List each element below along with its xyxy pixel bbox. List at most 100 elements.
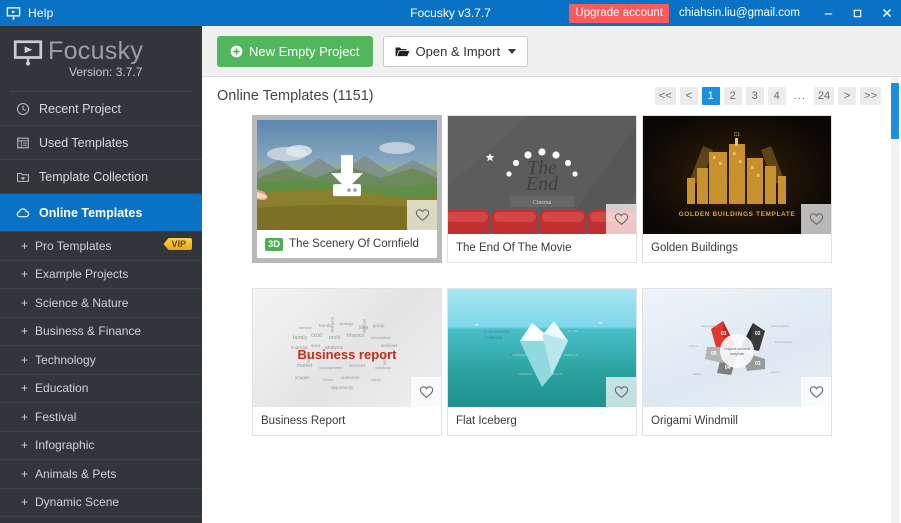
content-area: Online Templates (1151) << < 1 2 3 4 ...… [202,77,901,523]
category-label: Dynamic Scene [35,495,120,510]
template-title: The Scenery Of Cornfield [289,238,419,250]
svg-text:05: 05 [711,351,717,357]
sidebar-category-science-nature[interactable]: + Science & Nature [0,289,202,318]
page-prev-button[interactable]: < [679,87,698,105]
category-label: Education [35,381,89,396]
page-title: Online Templates (1151) [217,88,374,104]
expand-icon: + [21,438,29,453]
sidebar-category-education[interactable]: + Education [0,375,202,403]
template-card[interactable]: GOLDEN BUILDINGS TEMPLATE C1 Golden Buil… [642,115,832,263]
badge-3d: 3D [265,237,284,251]
heart-icon [415,209,429,222]
menu-help[interactable]: Help [28,6,53,20]
cloud-icon [16,205,39,221]
page-ellipsis: ... [793,90,806,102]
sidebar-item-online-templates[interactable]: Online Templates [0,194,202,232]
page-button-4[interactable]: 4 [767,87,786,105]
template-title: Business Report [261,415,346,427]
sidebar-category-festival[interactable]: + Festival [0,403,202,432]
new-empty-project-button[interactable]: New Empty Project [217,35,373,67]
close-button[interactable] [872,0,901,26]
template-thumbnail[interactable] [257,120,437,230]
account-email[interactable]: chiahsin.liu@gmail.com [679,7,800,19]
favorite-button[interactable] [411,377,441,407]
brand-text: Focusky Version: 3.7.7 [48,37,144,79]
scrollbar-thumb[interactable] [891,83,899,139]
template-card[interactable]: 3D The Scenery Of Cornfield [252,115,442,263]
template-card[interactable]: FLAT ICEBERG TEMPLATE 01 04 03 02 05 Fla… [447,288,637,436]
page-next-button[interactable]: > [838,87,857,105]
svg-text:Business report: Business report [298,347,398,362]
maximize-button[interactable] [843,0,872,26]
svg-text:service: service [299,325,312,330]
favorite-button[interactable] [606,377,636,407]
template-card[interactable]: The End Cinema The End Of The Movie [447,115,637,263]
svg-text:C1: C1 [734,132,741,138]
sidebar-category-dynamic-scene[interactable]: + Dynamic Scene [0,489,202,517]
template-title: The End Of The Movie [456,242,572,254]
main-panel: New Empty Project Open & Import Online T… [202,26,901,523]
svg-text:Lorem ipsum: Lorem ipsum [701,324,719,328]
sidebar-item-used-templates[interactable]: Used Templates [0,126,202,160]
category-label: Festival [35,409,77,424]
favorite-button[interactable] [606,204,636,234]
sidebar-category-pro-templates[interactable]: + Pro Templates VIP [0,232,202,261]
svg-text:management: management [319,365,343,370]
presentation-icon [13,38,43,73]
upgrade-account-button[interactable]: Upgrade account [569,3,670,23]
svg-text:profit: profit [329,335,341,341]
svg-text:Origami windmill: Origami windmill [724,347,751,351]
page-button-2[interactable]: 2 [723,87,742,105]
template-thumbnail[interactable]: Origami windmill template 01 02 03 04 05 Lo… [643,289,831,407]
template-title: Origami Windmill [651,415,738,427]
page-button-3[interactable]: 3 [745,87,764,105]
sidebar-category-infographic[interactable]: + Infographic [0,432,202,460]
svg-text:business: business [331,317,336,333]
category-label: Technology [35,352,96,367]
template-thumbnail[interactable]: The End Cinema [448,116,636,234]
sidebar-category-business-finance[interactable]: + Business & Finance [0,318,202,346]
page-first-button[interactable]: << [654,87,676,105]
favorite-button[interactable] [407,200,437,230]
page-button-24[interactable]: 24 [813,87,835,105]
brand-name: Focusky [48,37,144,65]
template-card[interactable]: Origami windmill template 01 02 03 04 05 Lo… [642,288,832,436]
template-thumbnail[interactable]: FLAT ICEBERG TEMPLATE 01 04 03 02 05 [448,289,636,407]
scrollbar-track[interactable] [891,77,899,523]
svg-text:End: End [525,173,559,195]
template-thumbnail[interactable]: GOLDEN BUILDINGS TEMPLATE C1 [643,116,831,234]
svg-text:GOLDEN BUILDINGS TEMPLATE: GOLDEN BUILDINGS TEMPLATE [679,211,796,218]
svg-text:Lorem ipsum: Lorem ipsum [771,324,789,328]
svg-text:strategy: strategy [339,321,353,326]
heart-icon [419,386,433,399]
expand-icon: + [21,324,29,339]
category-label: Animals & Pets [35,466,117,481]
category-label: Business & Finance [35,324,142,339]
sidebar-category-example-projects[interactable]: + Example Projects [0,261,202,289]
favorite-button[interactable] [801,204,831,234]
svg-text:02: 02 [755,331,761,337]
template-title: Golden Buildings [651,242,738,254]
svg-text:Lorem ipsum: Lorem ipsum [775,340,793,344]
svg-text:customer: customer [341,375,360,380]
template-thumbnail[interactable]: service trends strategy idea group family c… [253,289,441,407]
template-card[interactable]: service trends strategy idea group family c… [252,288,442,436]
sidebar-item-label: Online Templates [39,205,143,220]
minimize-button[interactable] [814,0,843,26]
svg-text:Cinema: Cinema [533,200,552,206]
template-grid: 3D The Scenery Of Cornfield The End Cine… [202,115,901,461]
svg-text:FLAT ICEBERG: FLAT ICEBERG [484,330,510,334]
sidebar-category-technology[interactable]: + Technology [0,346,202,375]
sidebar-item-label: Template Collection [39,169,149,184]
favorite-button[interactable] [801,377,831,407]
category-label: Infographic [35,438,95,453]
sidebar-category-animals-pets[interactable]: + Animals & Pets [0,460,202,489]
folder-open-icon [395,45,410,58]
sidebar-item-recent-project[interactable]: Recent Project [0,92,202,126]
open-import-button[interactable]: Open & Import [382,35,529,67]
sidebar-item-template-collection[interactable]: Template Collection [0,160,202,194]
page-button-1[interactable]: 1 [701,87,720,105]
sidebar-category-3d-background[interactable]: + 3D Background [0,517,202,523]
page-last-button[interactable]: >> [860,87,881,105]
svg-text:group: group [373,323,385,328]
